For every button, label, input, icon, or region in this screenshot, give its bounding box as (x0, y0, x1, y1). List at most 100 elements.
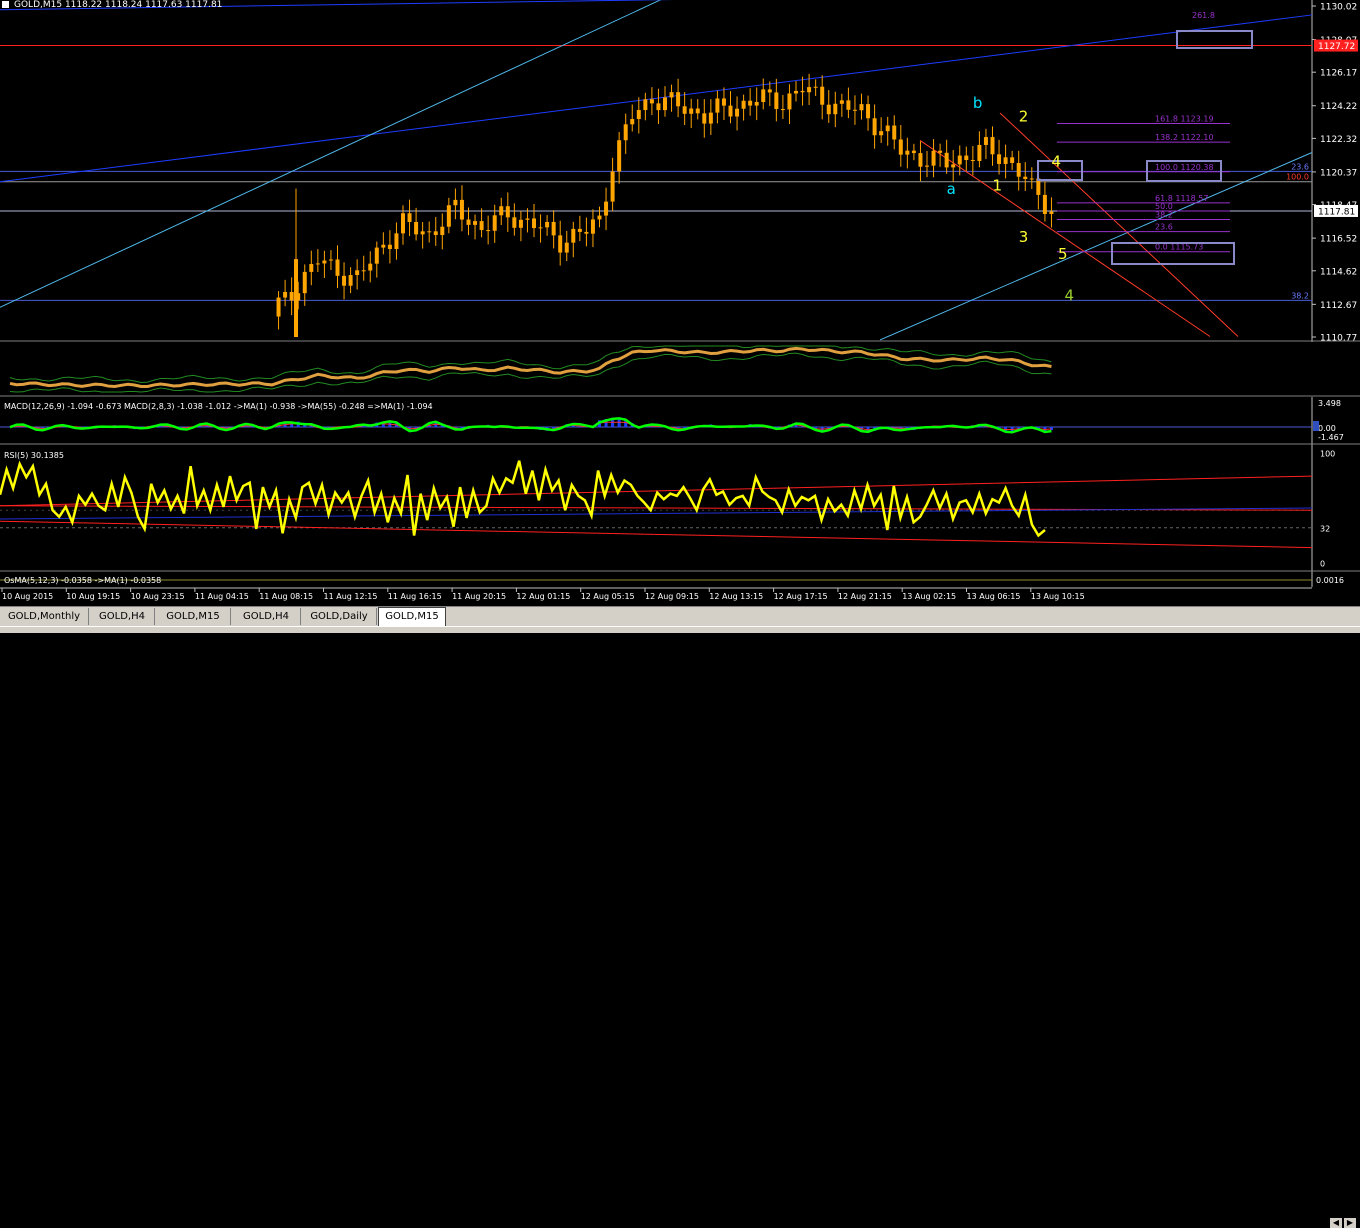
candle-body (505, 206, 510, 218)
current-price-label: 1117.81 (1318, 207, 1355, 217)
candle-body (748, 100, 753, 106)
candle-body (866, 104, 871, 119)
tab-scroll-left-icon[interactable]: ◀ (1330, 1218, 1342, 1228)
candle-body (571, 228, 576, 243)
candle-body (898, 139, 903, 155)
candle-body (348, 275, 353, 286)
elliott-wave-label: 1 (993, 176, 1003, 194)
candle-body (820, 86, 825, 105)
candle-body (420, 231, 425, 235)
time-tick-label: 10 Aug 19:15 (66, 592, 120, 601)
tab-gold-h4[interactable]: GOLD,H4 (90, 608, 155, 625)
price-tick-label: 1116.52 (1320, 235, 1357, 245)
time-tick-label: 12 Aug 05:15 (581, 592, 635, 601)
candle-body (689, 108, 694, 114)
candle-body (859, 104, 864, 111)
candle-body (977, 144, 982, 162)
candle-body (846, 100, 851, 110)
candle-body (800, 90, 805, 93)
price-tick-label: 1114.62 (1320, 267, 1357, 277)
rsi-tick-label: 32 (1320, 524, 1330, 533)
candle-body (905, 150, 910, 155)
candle-body (558, 235, 563, 253)
tab-gold-h4[interactable]: GOLD,H4 (232, 608, 301, 625)
time-tick-label: 11 Aug 20:15 (452, 592, 506, 601)
time-tick-label: 10 Aug 2015 (2, 592, 53, 601)
candle-body (381, 244, 386, 248)
candle-body (538, 227, 543, 229)
price-pane[interactable]: 1130.021128.071126.171124.221122.321120.… (0, 0, 1360, 344)
candle-body (636, 110, 641, 120)
candle-body (374, 247, 379, 264)
osma-title: OsMA(5,12,3) -0.0358 ->MA(1) -0.0358 (4, 576, 161, 585)
macd-title: MACD(12,26,9) -1.094 -0.673 MACD(2,8,3) … (4, 402, 433, 411)
fib-level-label: 261.8 (1192, 11, 1215, 20)
candle-body (938, 150, 943, 153)
tab-gold-daily[interactable]: GOLD,Daily (302, 608, 377, 625)
candle-body (302, 271, 307, 294)
candle-body (512, 217, 517, 228)
candle-body (368, 263, 373, 271)
elliott-wave-label: 4 (1065, 286, 1075, 304)
candle-body (590, 219, 595, 234)
candle-body (446, 205, 451, 227)
fib-level-label: 0.0 1115.73 (1155, 243, 1203, 252)
tab-scroll-right-icon[interactable]: ▶ (1344, 1218, 1356, 1228)
candle-body (315, 263, 320, 265)
candle-body (1003, 157, 1008, 164)
candle-body (918, 153, 923, 167)
candle-body (735, 108, 740, 117)
price-tick-label: 1120.37 (1320, 168, 1357, 178)
time-tick-label: 10 Aug 23:15 (131, 592, 185, 601)
candle-body (459, 199, 464, 220)
time-tick-label: 12 Aug 01:15 (516, 592, 570, 601)
candle-body (466, 219, 471, 225)
tab-gold-m15[interactable]: GOLD,M15 (378, 607, 446, 628)
candle-body (551, 221, 556, 236)
candle-body (407, 213, 412, 223)
candle-body (990, 137, 995, 155)
candle-body (702, 113, 707, 124)
price-tick-label: 1124.22 (1320, 102, 1357, 112)
tab-gold-monthly[interactable]: GOLD,Monthly (0, 608, 89, 625)
rsi-title: RSI(5) 30.1385 (4, 451, 64, 460)
candle-body (663, 97, 667, 111)
candle-body (597, 215, 602, 220)
red-level-price-label: 1127.72 (1318, 42, 1355, 52)
fib-level-label: 161.8 1123.19 (1155, 114, 1214, 123)
candle-body (532, 218, 536, 229)
candle-body (761, 89, 766, 103)
candle-body (545, 221, 550, 228)
macd-tick-label: -1.467 (1318, 433, 1344, 442)
price-tick-label: 1122.32 (1320, 135, 1357, 145)
candle-body (499, 206, 504, 216)
chart-area[interactable]: 1130.021128.071126.171124.221122.321120.… (0, 0, 1360, 606)
macd-value-marker (1313, 421, 1319, 431)
candle-body (794, 90, 798, 94)
candle-body (721, 98, 726, 106)
candle-body (964, 155, 969, 161)
candle-body (741, 100, 746, 109)
time-tick-label: 13 Aug 02:15 (902, 592, 956, 601)
time-tick-label: 12 Aug 09:15 (645, 592, 699, 601)
price-tick-label: 1112.67 (1320, 301, 1357, 311)
candle-body (925, 165, 929, 167)
osma-tick-label: 0.0016 (1316, 576, 1344, 585)
elliott-wave-label: b (973, 94, 983, 112)
candle-body (361, 270, 366, 272)
candle-body (492, 215, 497, 231)
tab-gold-m15[interactable]: GOLD,M15 (156, 608, 231, 625)
candle-body (630, 119, 635, 125)
candle-body (676, 92, 681, 107)
candle-body (951, 164, 956, 168)
chart-symbol-icon (2, 1, 9, 8)
candle-body (728, 105, 733, 117)
chart-tab-bar: ◀ ▶ GOLD,Monthly GOLD,H4 GOLD,M15 GOLD,H4 GO… (0, 606, 1360, 1228)
elliott-wave-label: 4 (1051, 152, 1061, 170)
level-label: 100.0 (1286, 173, 1309, 182)
candle-body (813, 86, 818, 88)
elliott-wave-label: 3 (1019, 228, 1029, 246)
candle-body (289, 291, 294, 301)
candle-body (695, 108, 700, 114)
candle-body (453, 199, 458, 206)
